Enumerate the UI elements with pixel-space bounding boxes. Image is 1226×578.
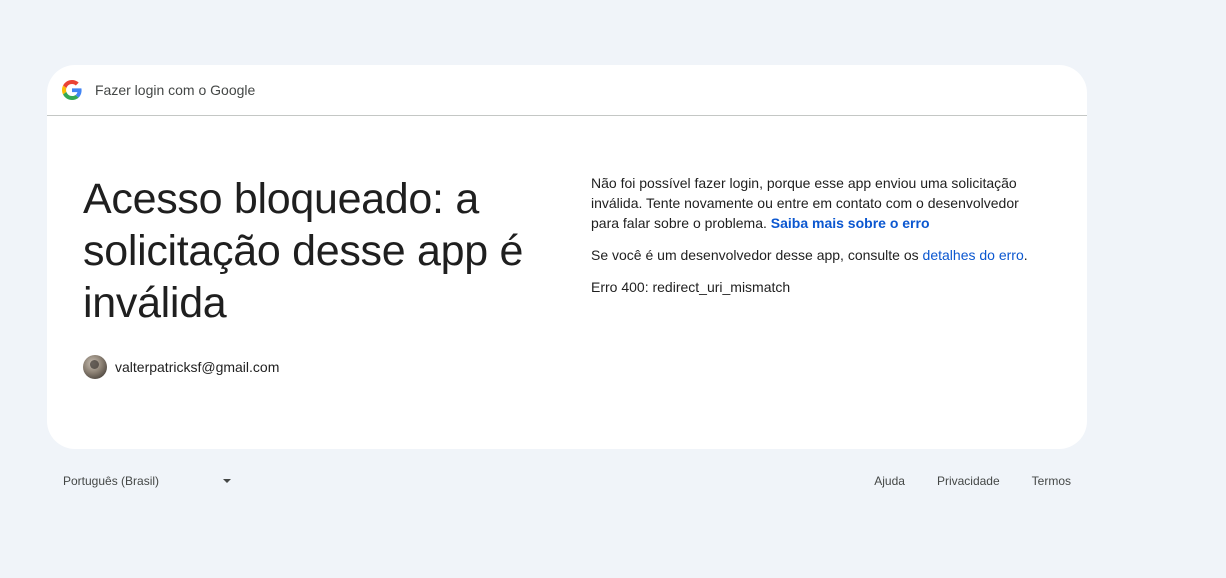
error-message: Não foi possível fazer login, porque ess…	[591, 173, 1041, 233]
help-link[interactable]: Ajuda	[874, 474, 905, 488]
learn-more-link[interactable]: Saiba mais sobre o erro	[771, 215, 930, 231]
privacy-link[interactable]: Privacidade	[937, 474, 1000, 488]
page-title: Acesso bloqueado: a solicitação desse ap…	[83, 175, 524, 327]
google-g-icon	[62, 80, 82, 100]
terms-link[interactable]: Termos	[1032, 474, 1071, 488]
header-title: Fazer login com o Google	[95, 82, 256, 98]
avatar	[83, 355, 107, 379]
account-email: valterpatricksf@gmail.com	[115, 359, 280, 375]
error-details-link[interactable]: detalhes do erro	[923, 247, 1024, 263]
sign-in-card: Fazer login com o Google Acesso bloquead…	[47, 65, 1087, 449]
error-code: Erro 400: redirect_uri_mismatch	[591, 279, 791, 295]
developer-message: Se você é um desenvolvedor desse app, co…	[591, 245, 1041, 265]
developer-message-suffix: .	[1023, 247, 1028, 263]
right-column: Não foi possível fazer login, porque ess…	[591, 173, 1041, 309]
footer: Português (Brasil) Ajuda Privacidade Ter…	[47, 470, 1087, 492]
account-chip[interactable]: valterpatricksf@gmail.com	[83, 355, 543, 379]
language-select-value: Português (Brasil)	[63, 474, 160, 488]
card-header: Fazer login com o Google	[47, 65, 1087, 116]
dropdown-arrow-icon	[223, 479, 231, 483]
developer-message-text: Se você é um desenvolvedor desse app, co…	[591, 247, 919, 263]
footer-links: Ajuda Privacidade Termos	[842, 470, 1071, 492]
left-column: Acesso bloqueado: a solicitação desse ap…	[83, 173, 543, 379]
language-select[interactable]: Português (Brasil)	[63, 470, 231, 492]
